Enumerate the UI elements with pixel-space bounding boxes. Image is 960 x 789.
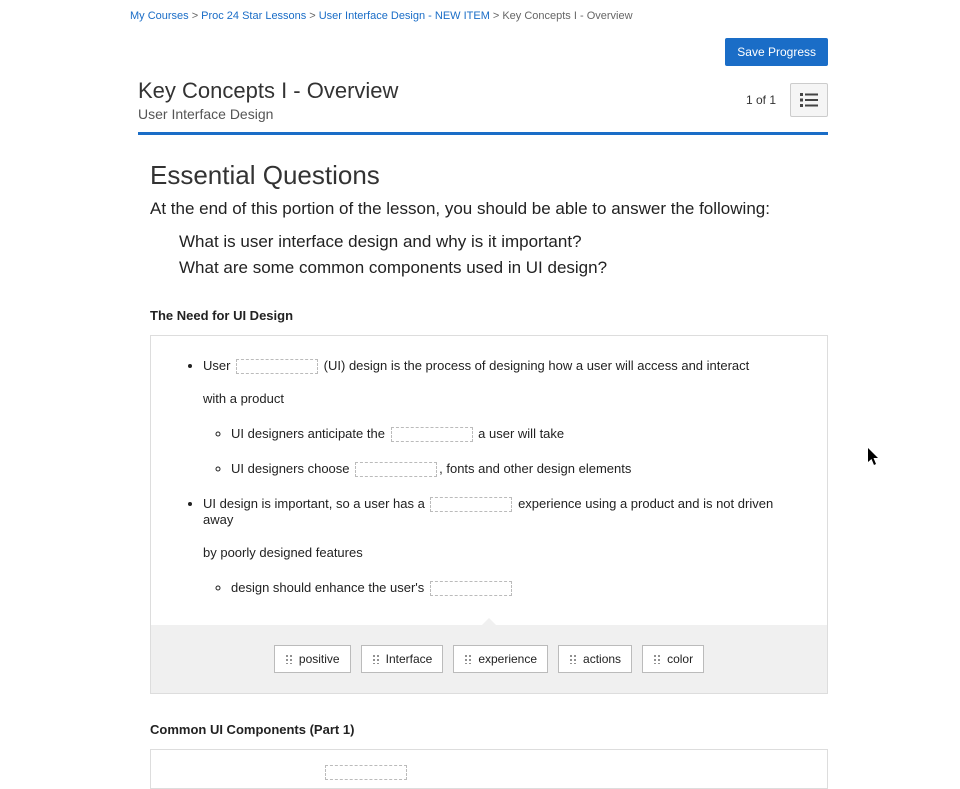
blank-dropzone[interactable] [430,581,512,596]
grip-icon [653,654,661,664]
activity-line: User (UI) design is the process of desig… [203,358,807,478]
blank-dropzone[interactable] [355,462,437,477]
essential-question: What is user interface design and why is… [179,229,828,255]
contents-button[interactable] [790,83,828,117]
fill-blank-activity: User (UI) design is the process of desig… [150,335,828,694]
breadcrumb-link[interactable]: Proc 24 Star Lessons [201,10,306,22]
breadcrumb-current: Key Concepts I - Overview [502,10,632,22]
section-heading: The Need for UI Design [150,308,828,323]
draggable-word[interactable]: actions [558,645,632,673]
blank-dropzone[interactable] [325,765,407,780]
section-heading: Common UI Components (Part 1) [150,722,828,737]
draggable-word[interactable]: Interface [361,645,444,673]
grip-icon [285,654,293,664]
blank-dropzone[interactable] [430,497,512,512]
activity-sub-line: UI designers anticipate the a user will … [231,426,807,443]
draggable-word[interactable]: experience [453,645,548,673]
breadcrumb-link[interactable]: User Interface Design - NEW ITEM [319,10,490,22]
draggable-word[interactable]: color [642,645,704,673]
essential-questions-heading: Essential Questions [150,160,828,191]
activity-sub-line: design should enhance the user's [231,580,807,597]
activity-line: UI design is important, so a user has a … [203,496,807,598]
fill-blank-activity [150,749,828,789]
activity-sub-line: UI designers choose , fonts and other de… [231,461,807,478]
word-bank: positive Interface experience actions co… [151,625,827,693]
essential-question: What are some common components used in … [179,255,828,281]
grip-icon [464,654,472,664]
page-title: Key Concepts I - Overview [138,78,398,104]
breadcrumb: My Courses>Proc 24 Star Lessons>User Int… [0,0,960,32]
grip-icon [372,654,380,664]
save-progress-button[interactable]: Save Progress [725,38,828,66]
blank-dropzone[interactable] [236,359,318,374]
breadcrumb-link[interactable]: My Courses [130,10,189,22]
essential-intro: At the end of this portion of the lesson… [150,199,828,219]
grip-icon [569,654,577,664]
list-icon [800,93,818,107]
blank-dropzone[interactable] [391,427,473,442]
page-subtitle: User Interface Design [138,106,398,122]
draggable-word[interactable]: positive [274,645,351,673]
page-count: 1 of 1 [746,93,776,107]
